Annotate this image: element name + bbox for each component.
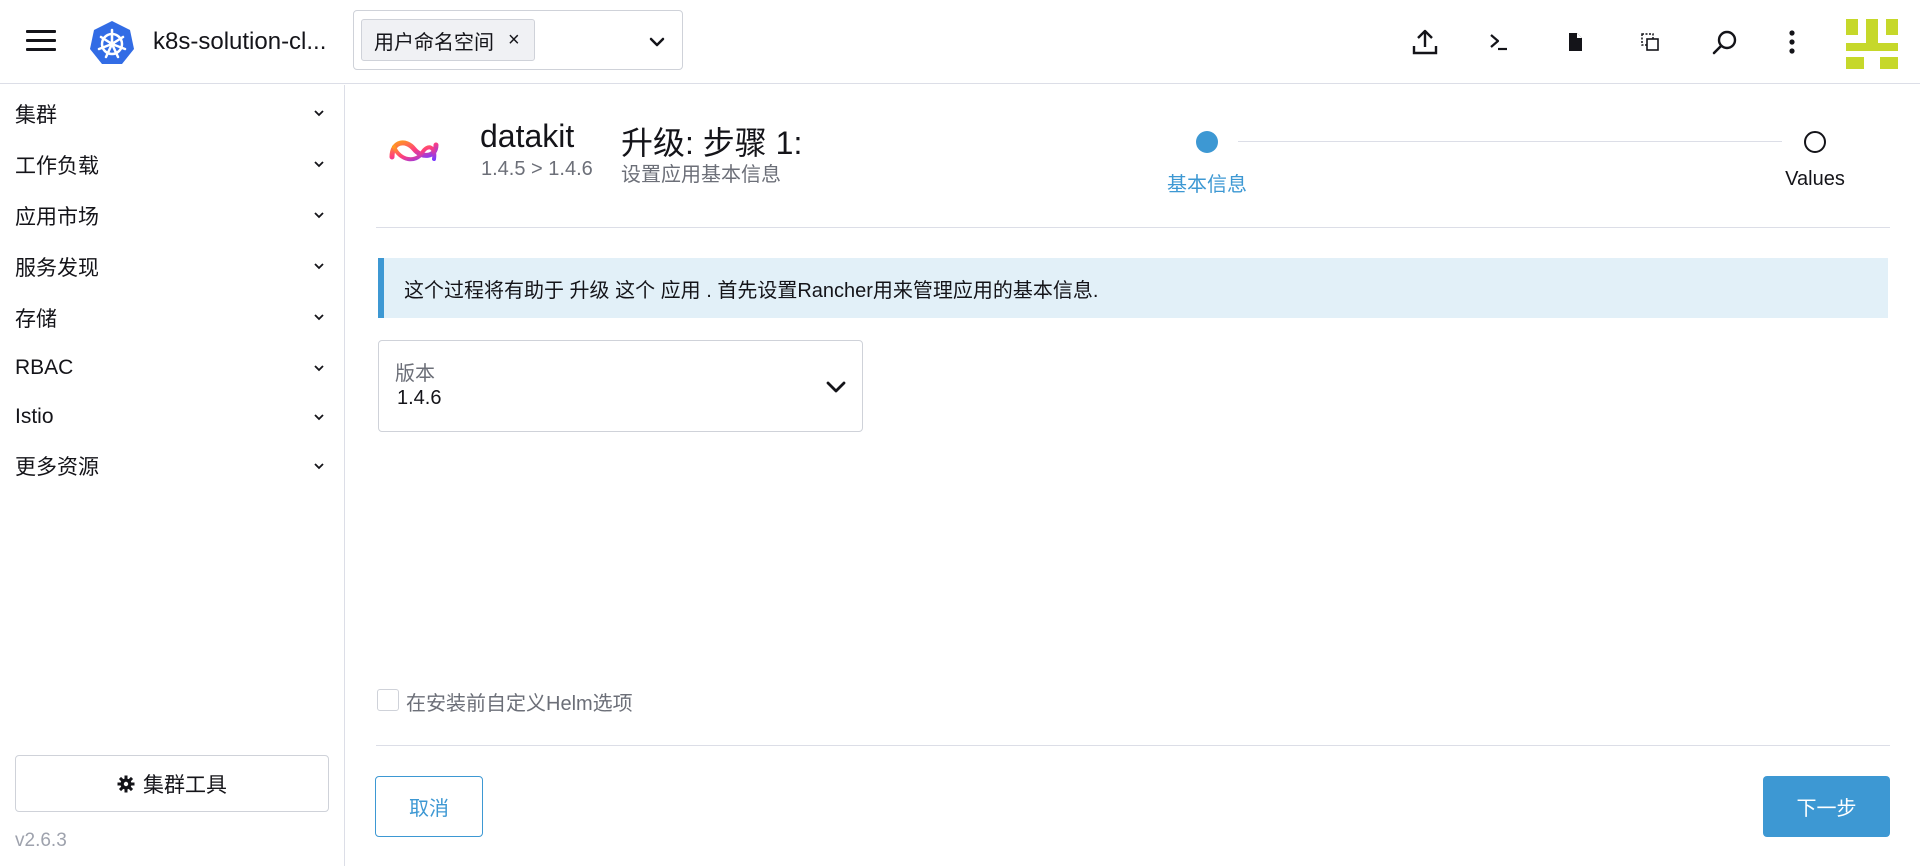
page-subtitle: 设置应用基本信息 bbox=[621, 164, 781, 186]
cluster-tools-button[interactable]: 集群工具 bbox=[15, 755, 329, 812]
version-select[interactable]: 版本 1.4.6 bbox=[378, 340, 863, 432]
divider bbox=[376, 227, 1890, 228]
divider bbox=[376, 745, 1890, 746]
terminal-icon[interactable] bbox=[1483, 26, 1515, 58]
step-indicator-inactive[interactable] bbox=[1804, 131, 1826, 153]
sidebar-item-more-resources[interactable]: 更多资源 bbox=[0, 441, 344, 490]
namespace-chip: 用户命名空间 × bbox=[361, 19, 535, 61]
cancel-button[interactable]: 取消 bbox=[375, 776, 483, 837]
cluster-tools-label: 集群工具 bbox=[143, 773, 227, 797]
menu-icon[interactable] bbox=[26, 30, 56, 54]
chevron-down-icon bbox=[314, 263, 324, 270]
customize-helm-checkbox[interactable] bbox=[377, 689, 399, 711]
sidebar-item-label: 工作负载 bbox=[15, 154, 99, 178]
sidebar: 集群 工作负载 应用市场 服务发现 存储 RBAC Istio 更多资源 集群工… bbox=[0, 85, 345, 866]
chevron-down-icon bbox=[314, 161, 324, 168]
info-banner-text: 这个过程将有助于 升级 这个 应用 . 首先设置Rancher用来管理应用的基本… bbox=[404, 279, 1099, 302]
sidebar-item-label: RBAC bbox=[15, 355, 74, 379]
kubernetes-logo-icon[interactable] bbox=[88, 19, 136, 67]
top-header: k8s-solution-cl... 用户命名空间 × bbox=[0, 0, 1920, 84]
sidebar-item-label: 更多资源 bbox=[15, 455, 99, 479]
sidebar-item-istio[interactable]: Istio bbox=[0, 392, 344, 441]
close-icon[interactable]: × bbox=[508, 29, 520, 52]
copy-config-icon[interactable] bbox=[1634, 26, 1666, 58]
sidebar-item-cluster[interactable]: 集群 bbox=[0, 88, 344, 139]
user-avatar-icon[interactable] bbox=[1846, 17, 1898, 69]
chevron-down-icon bbox=[314, 414, 324, 421]
sidebar-nav: 集群 工作负载 应用市场 服务发现 存储 RBAC Istio 更多资源 bbox=[0, 88, 344, 490]
step-label-basic-info[interactable]: 基本信息 bbox=[1130, 168, 1284, 197]
sidebar-item-label: 存储 bbox=[15, 307, 57, 331]
version-select-label: 版本 bbox=[395, 363, 435, 385]
gear-icon bbox=[117, 775, 135, 792]
chevron-down-icon bbox=[314, 463, 324, 470]
upload-icon[interactable] bbox=[1409, 26, 1441, 58]
more-vertical-icon[interactable] bbox=[1776, 26, 1808, 58]
chevron-down-icon bbox=[314, 314, 324, 321]
chevron-down-icon bbox=[314, 212, 324, 219]
sidebar-item-label: 集群 bbox=[15, 103, 57, 127]
step-label-values[interactable]: Values bbox=[1755, 168, 1875, 191]
app-name: datakit bbox=[480, 118, 575, 154]
chevron-down-icon bbox=[314, 110, 324, 117]
sidebar-item-label: Istio bbox=[15, 404, 54, 428]
sidebar-item-workloads[interactable]: 工作负载 bbox=[0, 139, 344, 190]
chevron-down-icon[interactable] bbox=[824, 375, 848, 399]
sidebar-item-apps[interactable]: 应用市场 bbox=[0, 190, 344, 241]
sidebar-item-service-discovery[interactable]: 服务发现 bbox=[0, 241, 344, 292]
cluster-name[interactable]: k8s-solution-cl... bbox=[153, 28, 326, 56]
namespace-filter[interactable]: 用户命名空间 × bbox=[353, 10, 683, 70]
chevron-down-icon bbox=[314, 365, 324, 372]
namespace-chip-label: 用户命名空间 bbox=[374, 31, 494, 54]
app-version-label: v2.6.3 bbox=[15, 830, 67, 851]
app-version-upgrade: 1.4.5 > 1.4.6 bbox=[481, 158, 593, 180]
chevron-down-icon[interactable] bbox=[646, 31, 668, 53]
search-icon[interactable] bbox=[1709, 26, 1741, 58]
stepper-line bbox=[1238, 141, 1782, 142]
version-select-value: 1.4.6 bbox=[397, 387, 442, 409]
customize-helm-label[interactable]: 在安装前自定义Helm选项 bbox=[406, 687, 633, 716]
sidebar-item-label: 服务发现 bbox=[15, 256, 99, 280]
sidebar-item-storage[interactable]: 存储 bbox=[0, 292, 344, 343]
file-icon[interactable] bbox=[1559, 26, 1591, 58]
datakit-logo-icon bbox=[389, 140, 439, 162]
step-indicator-active[interactable] bbox=[1196, 131, 1218, 153]
sidebar-item-label: 应用市场 bbox=[15, 205, 99, 229]
info-banner: 这个过程将有助于 升级 这个 应用 . 首先设置Rancher用来管理应用的基本… bbox=[378, 258, 1888, 318]
next-button[interactable]: 下一步 bbox=[1763, 776, 1890, 837]
sidebar-item-rbac[interactable]: RBAC bbox=[0, 343, 344, 392]
